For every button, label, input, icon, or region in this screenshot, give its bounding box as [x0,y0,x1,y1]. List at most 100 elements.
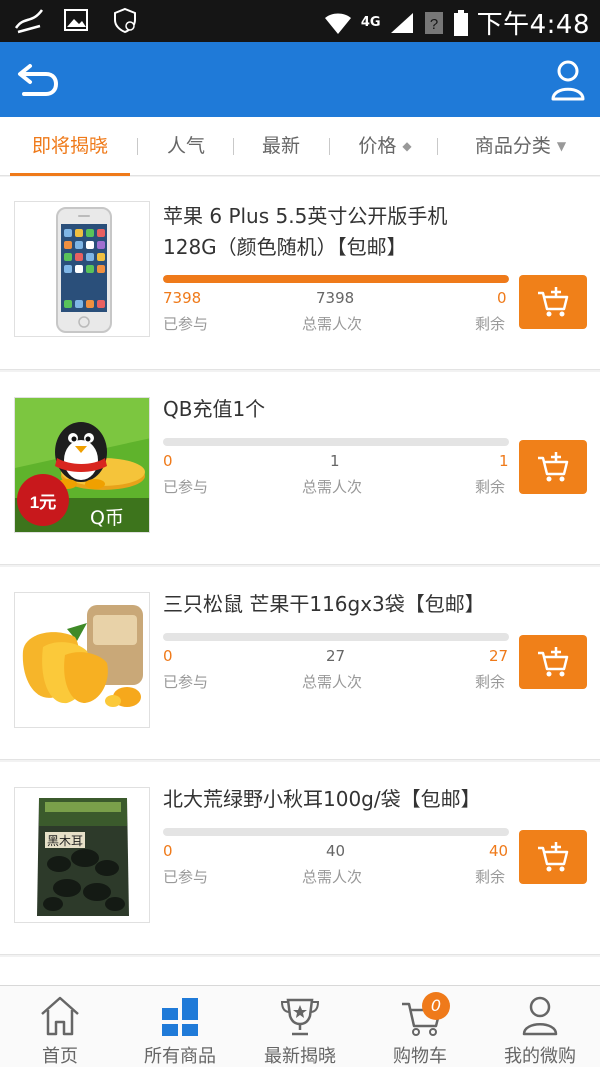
svg-text:?: ? [429,16,437,33]
iphone-image [56,207,112,333]
bottom-navigation: 首页 所有商品 最新揭晓 0 购物车 我的微购 [0,985,600,1067]
list-item[interactable]: 1元 Q币 QB充值1个 0 1 1 已参与 总需人次 剩余 [0,372,600,565]
product-title[interactable]: 三只松鼠 芒果干116gx3袋【包邮】 [163,589,493,620]
status-bar: 4G ? 下午4:48 [0,0,600,42]
qcoin-caption: Q币 [90,507,124,529]
progress-bar [163,633,509,641]
joined-count: 0 [163,842,173,860]
home-icon [41,996,79,1036]
add-to-cart-button[interactable] [519,440,587,494]
network-label: 4G [360,15,381,30]
joined-label: 已参与 [163,478,209,496]
add-cart-icon [538,647,569,677]
sim-icon: ? [424,11,443,34]
tab-newest[interactable]: 最新 [240,117,322,175]
nav-cart[interactable]: 0 购物车 [360,986,480,1067]
product-thumbnail[interactable]: 黑木耳 [14,787,150,923]
back-icon[interactable] [16,60,60,100]
battery-icon [453,9,468,36]
tab-label: 最新 [261,135,300,157]
qq-coin-image: 1元 Q币 [15,398,149,532]
fungus-image: 黑木耳 [15,788,149,922]
add-to-cart-button[interactable] [519,830,587,884]
remaining-count: 0 [497,289,507,307]
active-tab-indicator [10,173,130,176]
dropdown-arrow-icon: ▼ [556,139,567,153]
trophy-icon [280,998,320,1036]
remaining-count: 1 [499,452,509,470]
remaining-label: 剩余 [475,478,506,496]
joined-count: 7398 [163,289,202,307]
add-to-cart-button[interactable] [519,275,587,329]
person-icon [522,996,558,1036]
mode-icon [14,9,44,34]
nav-label: 首页 [42,1046,78,1067]
grid-icon [162,998,198,1036]
progress-bar [163,828,509,836]
tab-divider [233,138,234,155]
tab-category[interactable]: 商品分类 ▼ [448,117,593,175]
app-header [0,42,600,117]
joined-label: 已参与 [163,315,209,333]
list-item[interactable]: 三只松鼠 芒果干116gx3袋【包邮】 0 27 27 已参与 总需人次 剩余 [0,567,600,760]
nav-all-products[interactable]: 所有商品 [120,986,240,1067]
wifi-icon [324,13,351,34]
total-label: 总需人次 [302,868,363,886]
tab-label: 即将揭晓 [31,135,108,157]
total-label: 总需人次 [302,478,363,496]
total-count: 40 [326,842,346,860]
nav-label: 我的微购 [504,1046,576,1067]
total-count: 1 [330,452,340,470]
nav-latest-results[interactable]: 最新揭晓 [240,986,360,1067]
tab-upcoming[interactable]: 即将揭晓 [10,117,130,176]
remaining-count: 40 [489,842,509,860]
tab-divider [329,138,330,155]
total-label: 总需人次 [302,315,363,333]
nav-my-account[interactable]: 我的微购 [480,986,600,1067]
product-thumbnail[interactable]: 1元 Q币 [14,397,150,533]
tab-label: 商品分类 [474,135,551,157]
list-item[interactable]: 苹果 6 Plus 5.5英寸公开版手机 128G（颜色随机）【包邮】 7398… [0,177,600,370]
add-cart-icon [538,287,569,317]
joined-label: 已参与 [163,868,209,886]
product-title[interactable]: 北大荒绿野小秋耳100g/袋【包邮】 [163,784,493,815]
add-cart-icon [538,452,569,482]
tab-price[interactable]: 价格 ◆ [336,117,434,175]
tab-label: 价格 [358,135,397,157]
user-icon[interactable] [550,58,586,102]
nav-label: 最新揭晓 [264,1046,336,1067]
clock: 下午4:48 [476,10,590,40]
tab-divider [437,138,438,155]
nav-label: 购物车 [393,1046,447,1067]
add-to-cart-button[interactable] [519,635,587,689]
joined-count: 0 [163,452,173,470]
product-thumbnail[interactable] [14,592,150,728]
remaining-count: 27 [489,647,509,665]
joined-label: 已参与 [163,673,209,691]
nav-home[interactable]: 首页 [0,986,120,1067]
product-thumbnail[interactable] [14,201,150,337]
list-item[interactable]: 黑木耳 北大荒绿野小秋耳100g/袋【包邮】 0 40 40 已参与 总需人次 … [0,762,600,955]
remaining-label: 剩余 [475,868,506,886]
mango-image [15,593,149,727]
product-title[interactable]: 苹果 6 Plus 5.5英寸公开版手机 128G（颜色随机）【包邮】 [163,201,493,263]
progress-fill [163,275,509,283]
tab-label: 人气 [166,135,205,157]
tab-divider [137,138,138,155]
fungus-label: 黑木耳 [47,834,83,848]
product-title[interactable]: QB充值1个 [163,394,493,425]
progress-bar [163,275,509,283]
tab-popularity[interactable]: 人气 [145,117,227,175]
total-count: 27 [326,647,346,665]
total-label: 总需人次 [302,673,363,691]
total-count: 7398 [316,289,355,307]
vpn-icon [114,7,136,34]
signal-icon [390,12,413,33]
progress-bar [163,438,509,446]
remaining-label: 剩余 [475,673,506,691]
image-icon [64,9,88,31]
nav-label: 所有商品 [144,1046,216,1067]
sort-diamond-icon: ◆ [402,139,412,153]
sort-tabs: 即将揭晓 人气 最新 价格 ◆ 商品分类 ▼ [0,117,600,176]
add-cart-icon [538,842,569,872]
